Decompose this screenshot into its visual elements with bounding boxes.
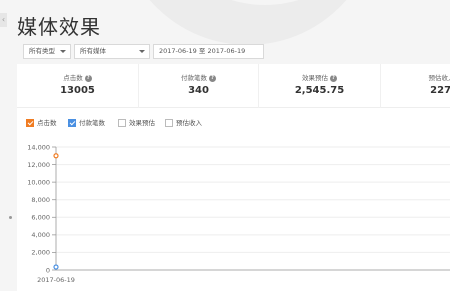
media-select[interactable]: 所有媒体 xyxy=(74,44,150,59)
page-title: 媒体效果 xyxy=(17,15,101,39)
filter-bar: 所有类型 所有媒体 2017-06-19 至 2017-06-19 xyxy=(17,40,450,62)
type-select[interactable]: 所有类型 xyxy=(23,44,71,59)
y-tick-label: 6,000 xyxy=(31,214,50,222)
y-tick-label: 4,000 xyxy=(31,231,50,239)
left-side-strip xyxy=(0,0,12,291)
y-tick-label: 8,000 xyxy=(31,196,50,204)
chart-card: 点击数? 13005 付款笔数? 340 效果预估? 2,545.75 预估收入… xyxy=(17,64,450,291)
y-tick-label: 14,000 xyxy=(27,143,50,151)
line-chart: 0 2,000 4,000 6,000 8,000 10,000 12,000 14,000 2… xyxy=(27,143,450,284)
data-point xyxy=(53,264,59,270)
decorative-background-circle xyxy=(118,0,378,45)
y-tick-label: 2,000 xyxy=(31,249,50,257)
side-indicator-dot xyxy=(9,216,12,219)
chevron-down-icon xyxy=(60,50,66,53)
date-end: 2017-06-19 xyxy=(207,47,246,55)
y-tick-label: 12,000 xyxy=(27,161,50,169)
date-separator: 至 xyxy=(198,47,206,55)
media-select-value: 所有媒体 xyxy=(80,47,106,55)
y-tick-label: 0 xyxy=(46,266,50,274)
date-start: 2017-06-19 xyxy=(159,47,197,55)
chevron-down-icon xyxy=(139,50,145,53)
data-point xyxy=(53,153,59,159)
type-select-value: 所有类型 xyxy=(29,47,55,55)
x-tick-label: 2017-06-19 xyxy=(37,276,75,284)
date-range-picker[interactable]: 2017-06-19 至 2017-06-19 xyxy=(153,44,264,59)
y-tick-label: 10,000 xyxy=(27,178,50,186)
collapse-sidebar-icon[interactable]: ‹ xyxy=(0,13,7,27)
